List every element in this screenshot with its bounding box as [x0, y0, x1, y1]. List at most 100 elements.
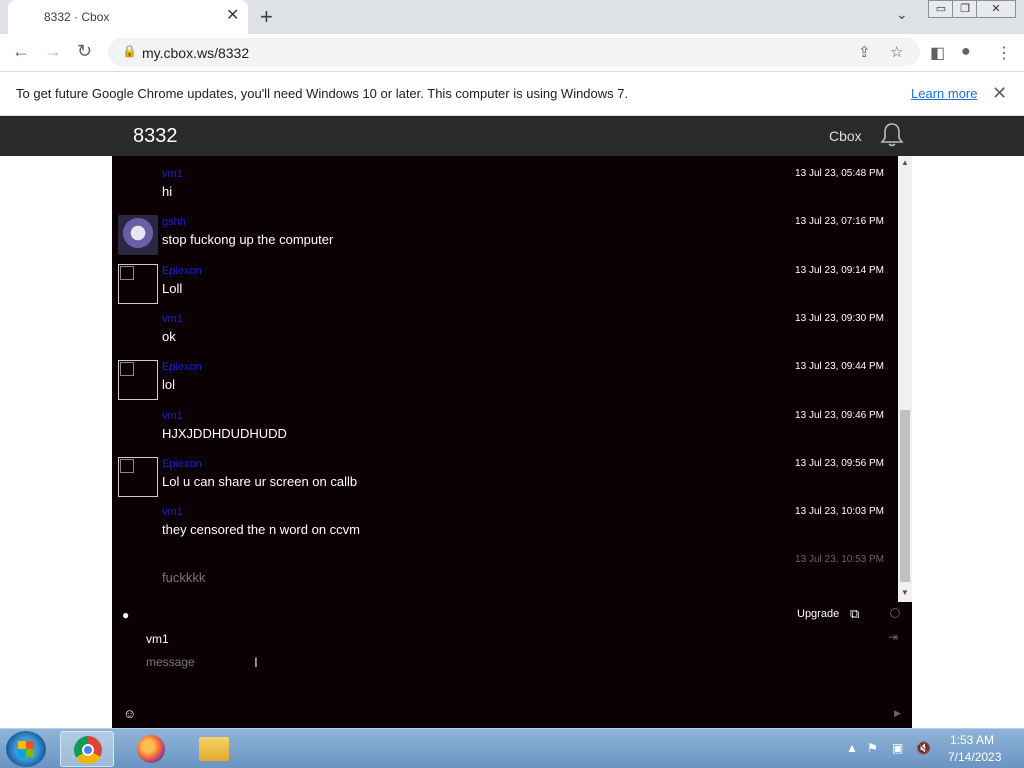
avatar[interactable] — [118, 456, 158, 497]
start-button[interactable] — [6, 731, 46, 767]
network-icon[interactable]: ▣ — [892, 741, 903, 755]
message-text: stop fuckong up the computer — [162, 232, 334, 248]
browser-toolbar: ← → ↻ 🔒 my.cbox.ws/8332 ⇪ ☆ ◧ ● ⋮ — [0, 34, 1024, 72]
new-tab-button[interactable]: + — [260, 4, 273, 30]
message-text: HJXJDDHDUDHUDD — [162, 425, 287, 441]
menu-kebab-icon[interactable]: ⋮ — [996, 43, 1012, 63]
tab-title: 8332 · Cbox — [44, 10, 110, 24]
chat-box: vm1 hi 13 Jul 23, 05:48 PM gshh stop fuckong… — [112, 156, 912, 728]
bookmark-star-icon[interactable]: ☆ — [890, 43, 903, 61]
avatar[interactable] — [118, 360, 158, 401]
message-text: hi — [162, 184, 173, 199]
chat-message: gshh stop fuckong up the computer 13 Jul 2… — [112, 210, 896, 258]
message-username[interactable]: Epiexon — [162, 458, 202, 470]
chat-message: Epiexon Loll 13 Jul 23, 09:14 PM — [112, 259, 896, 307]
message-username[interactable]: Epiexon — [162, 265, 202, 277]
message-timestamp: 13 Jul 23, 10:03 PM — [795, 506, 884, 518]
message-username[interactable]: vm1 — [162, 168, 183, 180]
message-timestamp: 13 Jul 23, 09:30 PM — [795, 312, 884, 324]
message-username[interactable]: vm1 — [162, 410, 183, 422]
chat-message: vm1 they censored the n word on ccvm 13 Ju… — [112, 500, 896, 548]
lock-icon[interactable]: 🔒 — [122, 44, 137, 58]
scrollbar[interactable]: ▲ ▼ — [898, 156, 912, 602]
scroll-thumb[interactable] — [900, 410, 910, 582]
message-username[interactable]: vm1 — [162, 313, 183, 325]
browser-tab[interactable]: 8332 · Cbox ✕ — [8, 0, 248, 34]
windows-taskbar: ▲ ⚑ ▣ 🔇 1:53 AM 7/14/2023 — [0, 728, 1024, 768]
taskbar-firefox[interactable] — [124, 731, 178, 767]
clock-date[interactable]: 7/14/2023 — [948, 750, 1001, 764]
message-timestamp: 13 Jul 23, 09:56 PM — [795, 457, 884, 469]
chat-message: fuckkkk 13 Jul 23, 10:53 PM — [112, 548, 896, 596]
message-text: ok — [162, 328, 176, 344]
forward-arrow-icon[interactable]: → — [44, 41, 62, 62]
chat-message: Epiexon Lol u can share ur screen on call… — [112, 452, 896, 500]
address-bar[interactable]: 🔒 my.cbox.ws/8332 ⇪ ☆ — [108, 38, 920, 66]
avatar[interactable] — [118, 263, 158, 304]
infobar-message: To get future Google Chrome updates, you… — [16, 86, 629, 101]
chrome-icon — [74, 736, 102, 764]
side-panel-icon[interactable]: ◧ — [930, 43, 945, 63]
volume-muted-icon[interactable]: 🔇 — [916, 741, 931, 755]
send-arrow-icon[interactable]: ▶ — [894, 708, 901, 719]
show-hidden-icons[interactable]: ▲ — [846, 741, 858, 755]
message-timestamp: 13 Jul 23, 09:14 PM — [795, 264, 884, 276]
message-timestamp: 13 Jul 23, 05:48 PM — [795, 168, 884, 179]
url-text[interactable]: my.cbox.ws/8332 — [142, 45, 249, 61]
message-input[interactable] — [146, 652, 846, 672]
message-timestamp: 13 Jul 23, 09:44 PM — [795, 361, 884, 373]
chat-input-area: ● Upgrade ⧉ ⇥ I ☺ ▶ — [112, 602, 912, 728]
infobar-close-icon[interactable]: ✕ — [992, 83, 1007, 104]
learn-more-link[interactable]: Learn more — [911, 86, 977, 101]
folder-icon — [199, 737, 229, 761]
page-content: 8332 Cbox vm1 hi 13 Jul 23, 05:48 PM gshh st… — [0, 116, 1024, 728]
share-icon[interactable]: ⇪ — [858, 43, 871, 61]
chat-message: vm1 ok 13 Jul 23, 09:30 PM — [112, 307, 896, 355]
back-arrow-icon[interactable]: ← — [12, 41, 30, 62]
reload-icon[interactable]: ↻ — [77, 41, 92, 62]
text-cursor-icon: I — [254, 654, 258, 670]
popout-icon[interactable]: ⧉ — [850, 606, 859, 622]
sign-in-icon[interactable]: ⇥ — [888, 630, 898, 644]
message-text: they censored the n word on ccvm — [162, 522, 360, 538]
status-circle-icon[interactable] — [890, 608, 900, 618]
windows-logo-icon — [18, 741, 34, 757]
message-username[interactable]: Epiexon — [162, 361, 202, 373]
user-icon[interactable]: ● — [122, 608, 129, 622]
message-username[interactable]: vm1 — [162, 506, 183, 518]
scroll-up-icon[interactable]: ▲ — [901, 158, 909, 167]
scroll-down-icon[interactable]: ▼ — [901, 588, 909, 597]
tab-close-icon[interactable]: ✕ — [226, 7, 239, 25]
message-timestamp: 13 Jul 23, 07:16 PM — [795, 216, 884, 228]
avatar[interactable] — [118, 215, 158, 256]
message-text: Lol u can share ur screen on callb — [162, 473, 358, 489]
upgrade-button[interactable]: Upgrade — [797, 608, 839, 620]
chat-message: vm1 hi 13 Jul 23, 05:48 PM — [112, 162, 896, 210]
window-close-button[interactable]: ✕ — [976, 0, 1016, 18]
browser-tab-bar: 8332 · Cbox ✕ + ⌄ ▭ ❐ ✕ — [0, 0, 1024, 34]
message-text: fuckkkk — [162, 570, 206, 586]
message-timestamp: 13 Jul 23, 10:53 PM — [795, 554, 884, 566]
message-timestamp: 13 Jul 23, 09:46 PM — [795, 409, 884, 421]
profile-avatar-icon[interactable]: ● — [961, 43, 971, 61]
page-title: 8332 — [133, 125, 178, 147]
update-infobar: To get future Google Chrome updates, you… — [0, 72, 1024, 116]
restore-button[interactable]: ❐ — [952, 0, 978, 18]
cbox-link[interactable]: Cbox — [829, 128, 862, 144]
firefox-icon — [137, 735, 165, 763]
message-username[interactable]: gshh — [162, 216, 186, 228]
emoji-icon[interactable]: ☺ — [123, 706, 136, 721]
action-center-flag-icon[interactable]: ⚑ — [867, 741, 878, 755]
tab-search-icon[interactable]: ⌄ — [896, 6, 908, 23]
minimize-button[interactable]: ▭ — [928, 0, 954, 18]
message-text: Loll — [162, 280, 183, 296]
cbox-header: 8332 Cbox — [0, 116, 1024, 156]
name-field[interactable] — [146, 630, 746, 648]
taskbar-chrome[interactable] — [60, 731, 114, 767]
chat-message: Epiexon lol 13 Jul 23, 09:44 PM — [112, 355, 896, 403]
chat-message: vm1 HJXJDDHDUDHUDD 13 Jul 23, 09:46 PM — [112, 404, 896, 452]
bell-icon[interactable] — [880, 122, 904, 148]
taskbar-explorer[interactable] — [186, 731, 240, 767]
message-text: lol — [162, 377, 176, 393]
clock-time[interactable]: 1:53 AM — [950, 733, 994, 747]
